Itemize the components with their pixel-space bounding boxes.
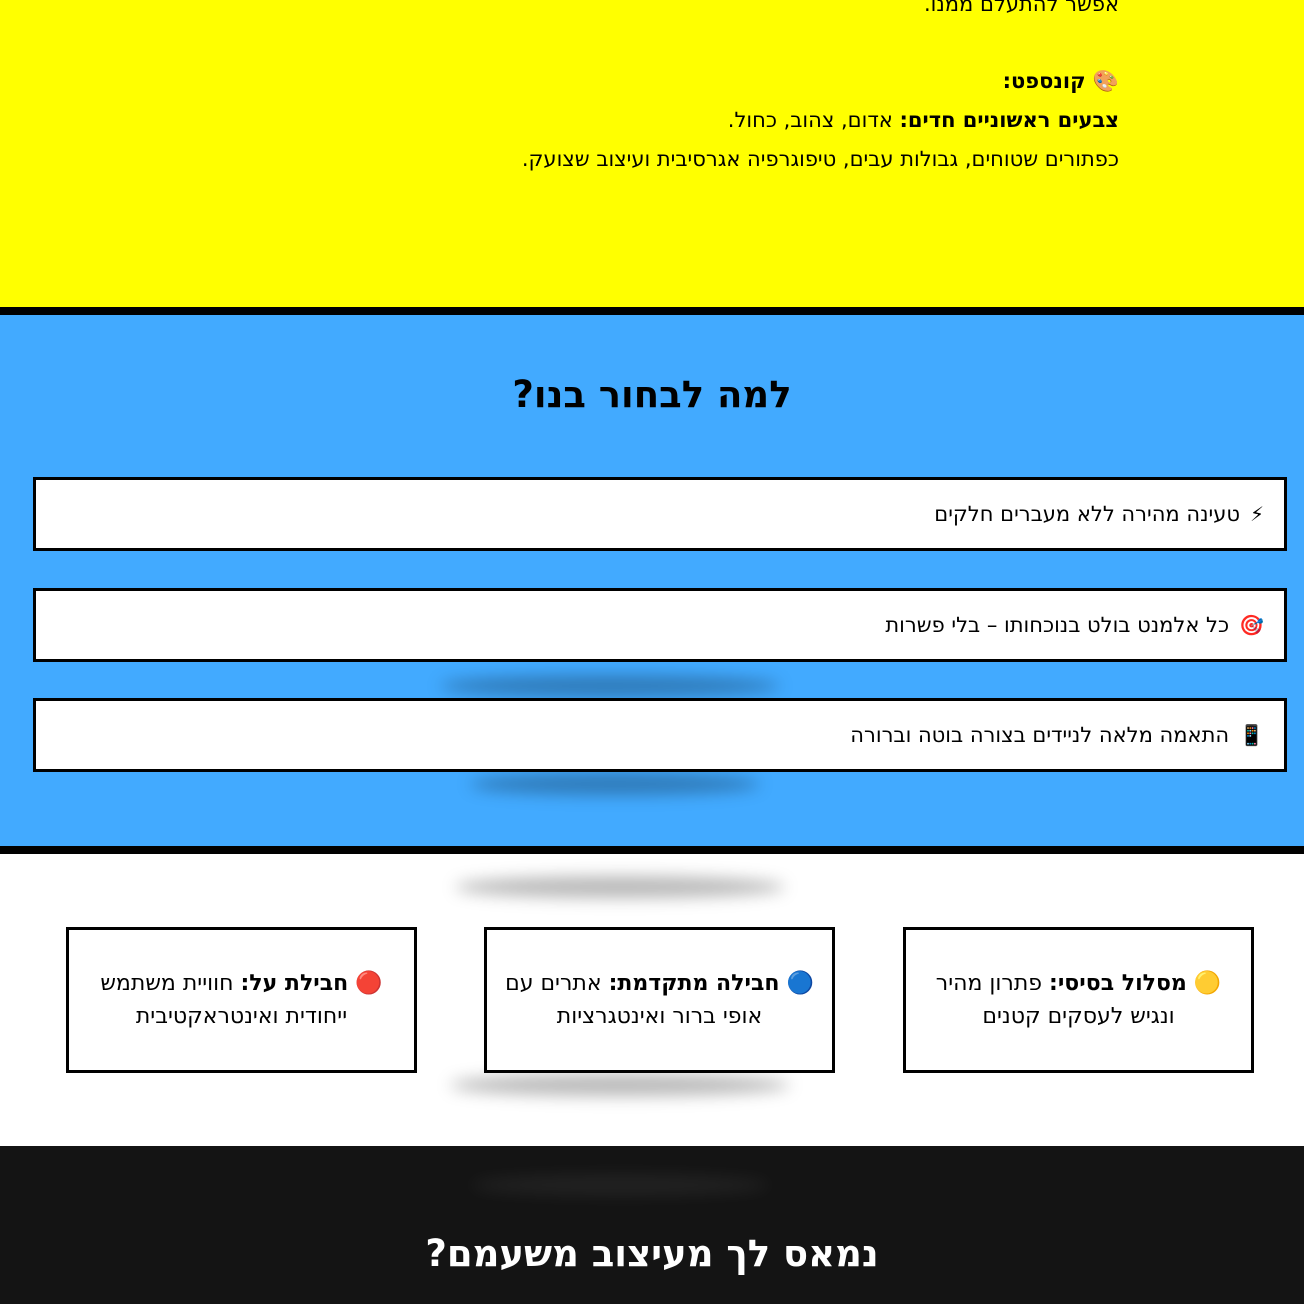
blue-circle-icon: 🔵 (786, 971, 814, 996)
red-circle-icon: 🔴 (355, 971, 383, 996)
concept-heading-text: קונספט: (1002, 69, 1086, 93)
package-name: מסלול בסיסי: (1049, 971, 1187, 996)
feature-card-fast-loading: ⚡ טעינה מהירה ללא מעברים חלקים (33, 477, 1287, 551)
concept-section: אפשר להתעלם ממנו. 🎨 קונספט: צבעים ראשוני… (0, 0, 1304, 307)
feature-text: התאמה מלאה לניידים בצורה בוטה וברורה (850, 723, 1230, 747)
decorative-shadow (470, 773, 760, 795)
phone-icon: 📱 (1239, 723, 1264, 747)
package-name: חבילת על: (240, 971, 349, 996)
yellow-circle-icon: 🟡 (1193, 971, 1222, 996)
cta-title: נמאס לך מעיצוב משעמם? (425, 1232, 879, 1275)
package-card-basic[interactable]: 🟡 מסלול בסיסי: פתרון מהיר ונגיש לעסקים ק… (903, 927, 1254, 1073)
decorative-shadow (455, 876, 785, 898)
concept-heading: 🎨 קונספט: (1003, 62, 1119, 101)
feature-text: טעינה מהירה ללא מעברים חלקים (934, 502, 1240, 526)
package-card-text: 🔵 חבילה מתקדמת: אתרים עם אופי ברור ואינט… (505, 967, 814, 1033)
concept-colors-value: אדום, צהוב, כחול. (727, 108, 900, 132)
package-card-advanced[interactable]: 🔵 חבילה מתקדמת: אתרים עם אופי ברור ואינט… (484, 927, 835, 1073)
lightning-icon: ⚡ (1249, 502, 1264, 526)
section-divider (0, 307, 1304, 315)
feature-card-mobile: 📱 התאמה מלאה לניידים בצורה בוטה וברורה (33, 698, 1287, 772)
section-divider (0, 846, 1304, 854)
target-icon: 🎯 (1239, 613, 1264, 637)
decorative-shadow (470, 1174, 770, 1196)
decorative-shadow (450, 1074, 790, 1096)
page: אפשר להתעלם ממנו. 🎨 קונספט: צבעים ראשוני… (0, 0, 1304, 1304)
concept-colors-label: צבעים ראשוניים חדים: (899, 108, 1119, 132)
cta-section: נמאס לך מעיצוב משעמם? (0, 1146, 1304, 1304)
feature-text: כל אלמנט בולט בנוכחותו – בלי פשרות (885, 613, 1230, 637)
palette-icon: 🎨 (1092, 69, 1119, 93)
why-title: למה לבחור בנו? (512, 373, 792, 416)
package-card-text: 🟡 מסלול בסיסי: פתרון מהיר ונגיש לעסקים ק… (924, 967, 1233, 1033)
package-name: חבילה מתקדמת: (608, 971, 780, 996)
decorative-shadow (440, 675, 780, 697)
intro-cut-line: אפשר להתעלם ממנו. (923, 0, 1119, 16)
concept-colors-line: צבעים ראשוניים חדים: אדום, צהוב, כחול. (728, 101, 1119, 140)
package-card-text: 🔴 חבילת על: חוויית משתמש ייחודית ואינטרא… (87, 967, 396, 1033)
package-card-premium[interactable]: 🔴 חבילת על: חוויית משתמש ייחודית ואינטרא… (66, 927, 417, 1073)
packages-section: 🟡 מסלול בסיסי: פתרון מהיר ונגיש לעסקים ק… (0, 854, 1304, 1146)
why-section: למה לבחור בנו? ⚡ טעינה מהירה ללא מעברים … (0, 315, 1304, 846)
concept-style-line: כפתורים שטוחים, גבולות עבים, טיפוגרפיה א… (521, 147, 1119, 171)
feature-card-bold-elements: 🎯 כל אלמנט בולט בנוכחותו – בלי פשרות (33, 588, 1287, 662)
